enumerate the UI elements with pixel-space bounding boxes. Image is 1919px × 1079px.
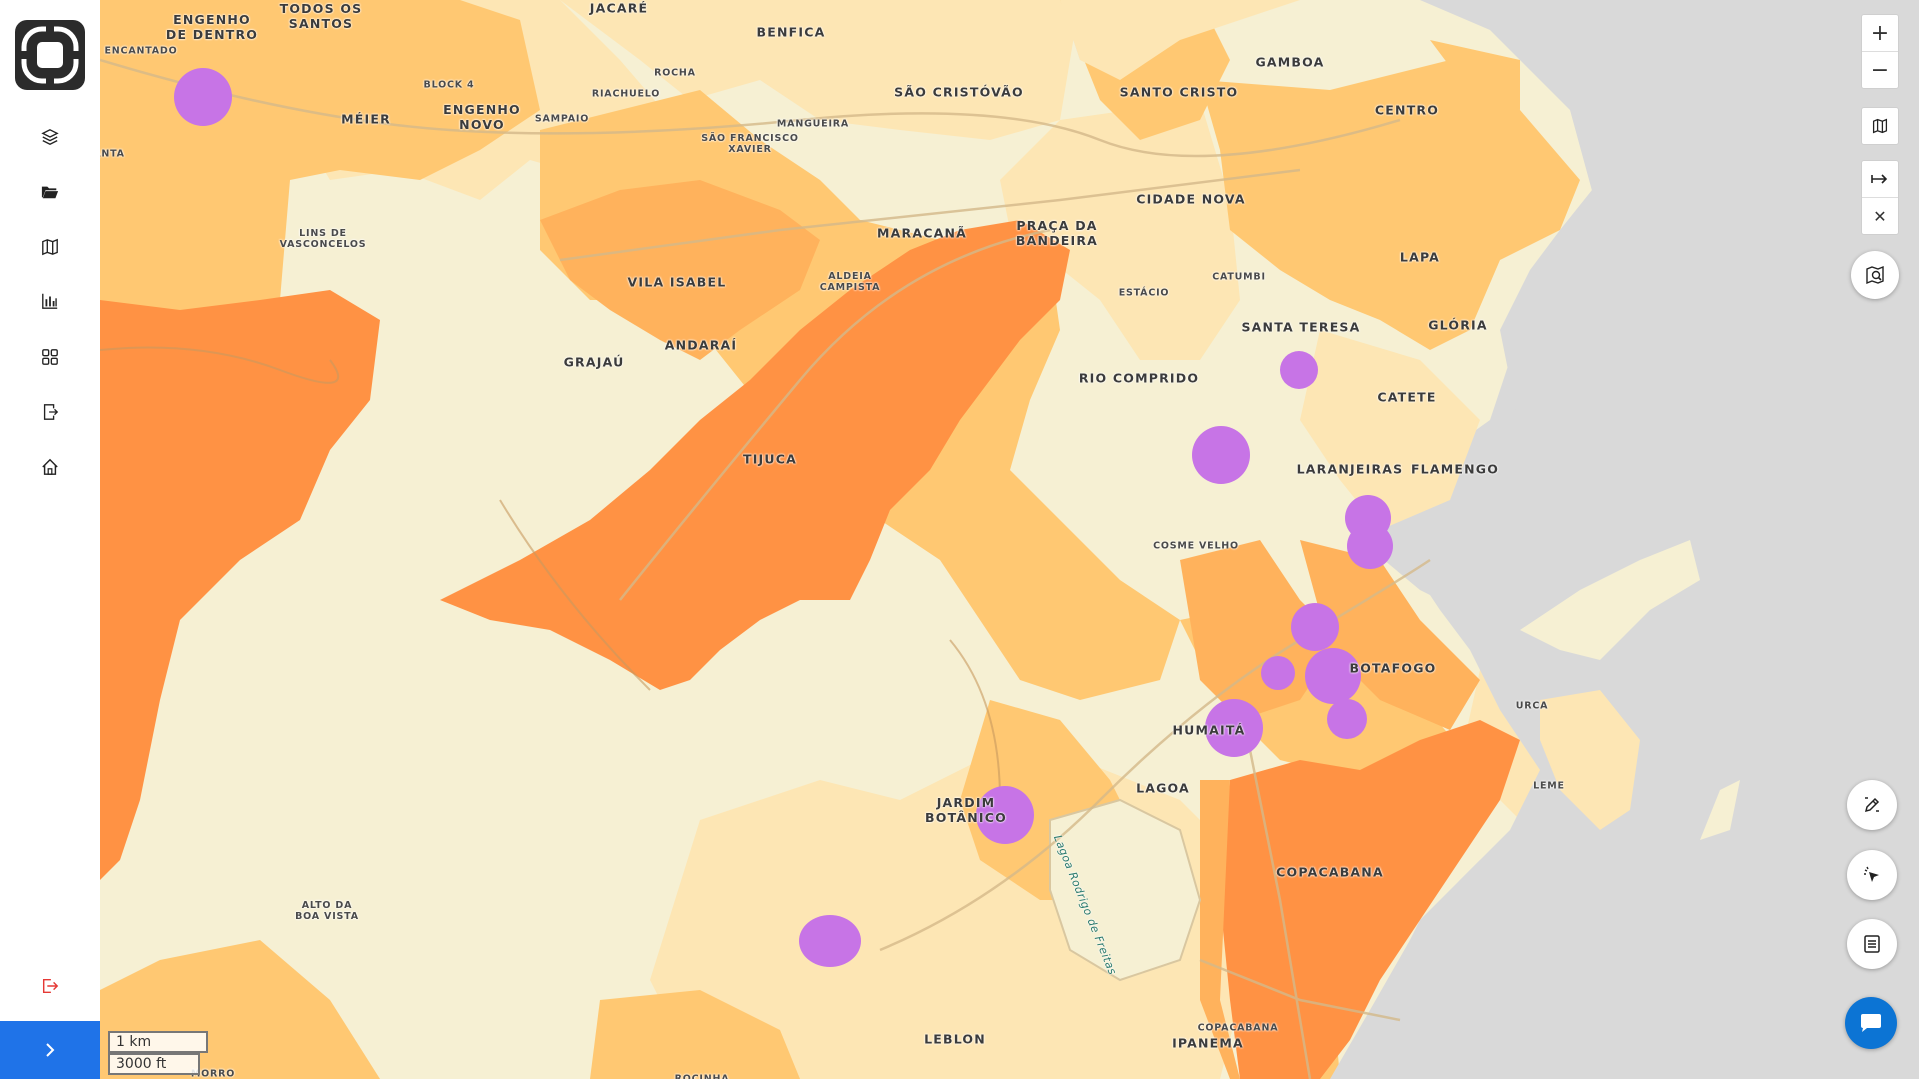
nav-apps[interactable] [30,337,70,377]
neighborhood-label: ALDEIA CAMPISTA [819,271,881,293]
scale-metric: 1 km [108,1031,208,1053]
chat-button[interactable] [1845,997,1897,1049]
expand-sidebar-button[interactable] [0,1021,100,1079]
neighborhood-label: GAMBOA [1255,54,1325,70]
neighborhood-label: MÉIER [341,111,391,127]
neighborhood-label: ANTA [100,148,125,160]
neighborhood-label: LEBLON [924,1031,986,1047]
home-icon [42,458,58,475]
nav-charts[interactable] [30,281,70,321]
nav-home[interactable] [30,447,70,487]
map-canvas[interactable]: ENGENHO DE DENTRO TODOS OS SANTOS JACARÉ BE… [100,0,1919,1079]
neighborhood-label: LINS DE VASCONCELOS [279,228,367,250]
zoom-in-button[interactable]: + [1862,15,1898,51]
table-icon [1864,935,1880,953]
neighborhood-label: SANTA TERESA [1241,319,1361,335]
basemap-control [1861,107,1899,145]
platform-logo[interactable] [15,20,85,90]
neighborhood-label: LAGOA [1136,780,1190,796]
draw-edit-button[interactable] [1847,780,1897,830]
chevron-right-icon [46,1043,55,1057]
grid-icon [42,349,58,365]
neighborhood-label: SANTO CRISTO [1119,84,1239,100]
map-search-button[interactable] [1851,251,1899,299]
neighborhood-label: CENTRO [1374,102,1440,118]
logout-button[interactable] [30,966,70,1006]
close-button[interactable]: ✕ [1862,197,1898,234]
scale-imperial: 3000 ft [108,1053,200,1075]
neighborhood-label: CATUMBI [1212,271,1266,283]
cursor-select-icon [1864,866,1879,882]
logout-icon [42,978,59,994]
folder-open-icon [41,186,59,199]
neighborhood-label: BOTAFOGO [1349,660,1437,676]
zoom-controls: + − [1861,14,1899,89]
neighborhood-label: ENCANTADO [104,45,178,57]
neighborhood-label: RIO COMPRIDO [1078,370,1200,386]
neighborhood-label: COSME VELHO [1153,540,1239,552]
neighborhood-label: ROCINHA [674,1073,730,1079]
neighborhood-label: LARANJEIRAS [1296,461,1404,477]
neighborhood-label: FLAMENGO [1410,461,1500,477]
neighborhood-label: PRAÇA DA BANDEIRA [1015,218,1099,248]
choropleth-layer [100,0,1919,1079]
arrow-to-right-icon [1871,174,1888,184]
map-icon [42,238,58,256]
bar-chart-icon [42,293,58,309]
neighborhood-label: LEME [1533,780,1565,792]
draw-edit-icon [1864,797,1880,813]
chat-bubble-icon [1861,1014,1881,1032]
neighborhood-label: ENGENHO DE DENTRO [165,12,259,42]
neighborhood-label: TODOS OS SANTOS [279,1,363,31]
neighborhood-label: TIJUCA [742,451,798,467]
neighborhood-label: ENGENHO NOVO [443,102,521,132]
neighborhood-label: SÃO FRANCISCO XAVIER [701,133,799,155]
select-button[interactable] [1847,850,1897,900]
neighborhood-label: LAPA [1399,249,1441,265]
neighborhood-label: BENFICA [756,24,826,40]
neighborhood-label: ESTÁCIO [1118,287,1170,299]
neighborhood-label: VILA ISABEL [627,274,727,290]
neighborhood-label: GLÓRIA [1428,317,1488,333]
neighborhood-label: BLOCK 4 [423,79,475,91]
neighborhood-label: RIACHUELO [591,88,661,100]
neighborhood-label: JARDIM BOTÂNICO [925,795,1007,825]
basemap-button[interactable] [1862,108,1898,144]
nav-layers[interactable] [30,117,70,157]
neighborhood-label: GRAJAÚ [563,354,625,370]
neighborhood-label: URCA [1515,700,1549,712]
layers-icon [41,129,59,145]
map-search-icon [1866,265,1884,285]
neighborhood-label: IPANEMA [1172,1035,1244,1051]
neighborhood-label: SAMPAIO [534,113,590,125]
neighborhood-label: CIDADE NOVA [1136,191,1246,207]
nav-export[interactable] [30,392,70,432]
neighborhood-label: SÃO CRISTÓVÃO [894,84,1024,100]
neighborhood-label: JACARÉ [589,0,649,16]
neighborhood-label: CATETE [1377,389,1437,405]
neighborhood-label: MARACANÃ [877,225,967,241]
neighborhood-label: ANDARAÍ [664,337,738,353]
nav-folder[interactable] [30,172,70,212]
nav-map[interactable] [30,227,70,267]
export-icon [43,404,59,420]
map-icon [1872,118,1888,134]
neighborhood-label: COPACABANA [1276,864,1384,880]
neighborhood-label: HUMAITÁ [1172,722,1246,738]
zoom-out-button[interactable]: − [1862,51,1898,88]
neighborhood-label: COPACABANA [1197,1022,1279,1034]
neighborhood-label: MANGUEIRA [776,118,850,130]
neighborhood-label: ROCHA [654,67,696,79]
sidebar [0,0,100,1079]
measure-controls: ✕ [1861,160,1899,235]
neighborhood-label: ALTO DA BOA VISTA [295,900,359,922]
table-button[interactable] [1847,919,1897,969]
measure-button[interactable] [1862,161,1898,197]
